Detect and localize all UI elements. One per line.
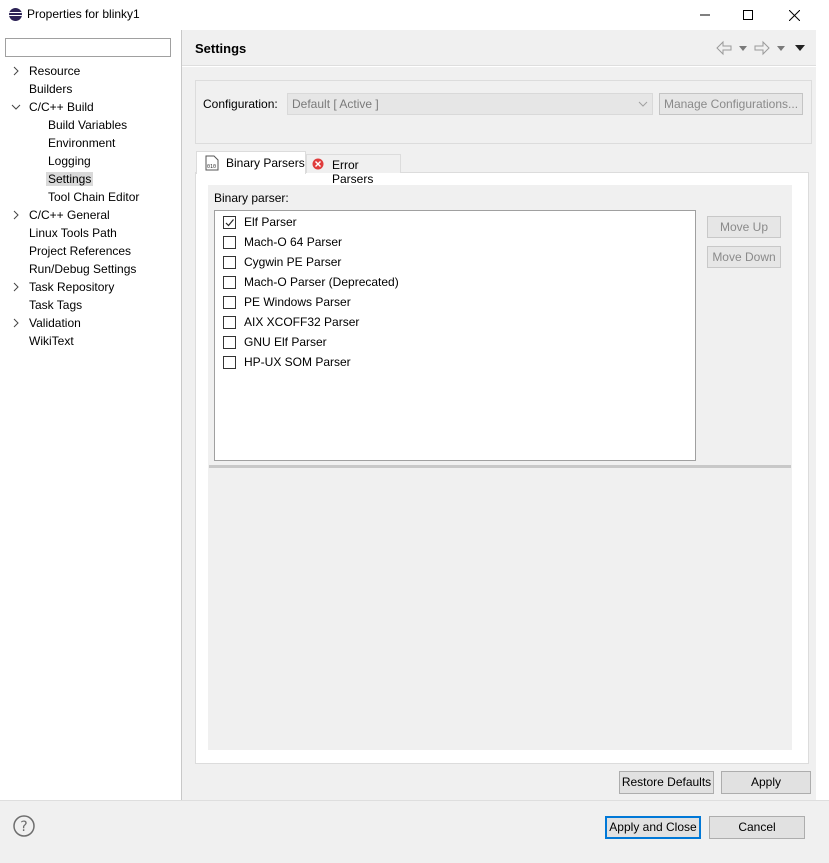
close-button[interactable] <box>771 0 817 30</box>
tree-item[interactable]: Tool Chain Editor <box>48 188 139 206</box>
tree-item-label: Run/Debug Settings <box>29 262 137 276</box>
error-icon <box>312 158 324 170</box>
tree-item-label: Project References <box>29 244 132 258</box>
parser-checkbox[interactable] <box>223 356 236 369</box>
tree-item[interactable]: Task Tags <box>29 296 82 314</box>
tree-item-label: Build Variables <box>48 118 128 132</box>
binary-parser-list: Elf Parser Mach-O 64 Parser Cygwin PE Pars… <box>214 210 696 461</box>
tree-item[interactable]: Project References <box>29 242 131 260</box>
cancel-button[interactable]: Cancel <box>709 816 805 839</box>
configuration-label: Configuration: <box>203 97 278 111</box>
configuration-value: Default [ Active ] <box>292 97 379 111</box>
chevron-right-icon[interactable] <box>10 314 22 332</box>
move-up-button: Move Up <box>707 216 781 238</box>
tree-item-label: C/C++ Build <box>29 100 94 114</box>
parser-checkbox[interactable] <box>223 316 236 329</box>
forward-arrow-icon[interactable] <box>754 40 770 56</box>
tab-binary-parsers-label: Binary Parsers <box>226 156 305 170</box>
tree-item[interactable]: Run/Debug Settings <box>29 260 136 278</box>
tree-item[interactable]: Settings <box>46 170 94 188</box>
parser-label: HP-UX SOM Parser <box>244 355 351 369</box>
tree-item-label: Environment <box>48 136 116 150</box>
tree-item-label: WikiText <box>29 334 74 348</box>
filter-input[interactable] <box>5 38 171 57</box>
maximize-button[interactable] <box>725 0 771 30</box>
chevron-down-icon <box>638 101 648 107</box>
window-title: Properties for blinky1 <box>27 7 140 21</box>
tree-item-label: Validation <box>29 316 81 330</box>
manage-configurations-button: Manage Configurations... <box>659 93 803 115</box>
parser-label: PE Windows Parser <box>244 295 351 309</box>
tree-item[interactable]: Builders <box>29 80 72 98</box>
tree-item[interactable]: Environment <box>48 134 115 152</box>
svg-text:?: ? <box>20 819 27 835</box>
back-arrow-icon[interactable] <box>716 40 732 56</box>
checkmark-icon <box>225 219 234 227</box>
parser-label: Cygwin PE Parser <box>244 255 342 269</box>
parser-label: Mach-O 64 Parser <box>244 235 343 249</box>
tree-item[interactable]: WikiText <box>29 332 74 350</box>
tree-item-label: Task Tags <box>29 298 83 312</box>
parser-checkbox[interactable] <box>223 336 236 349</box>
tree-item-label: Settings <box>46 172 94 186</box>
tab-error-parsers[interactable]: Error Parsers <box>306 154 401 186</box>
minimize-button[interactable] <box>682 0 728 30</box>
tab-binary-parsers[interactable]: 010 Binary Parsers <box>196 151 306 174</box>
parser-checkbox[interactable] <box>223 276 236 289</box>
parser-checkbox[interactable] <box>223 256 236 269</box>
close-icon <box>788 9 800 21</box>
parser-label: AIX XCOFF32 Parser <box>244 315 360 329</box>
page-title: Settings <box>195 41 247 56</box>
tab-error-parsers-label: Error Parsers <box>332 158 374 186</box>
move-down-button: Move Down <box>707 246 781 268</box>
tree-item[interactable]: C/C++ General <box>13 206 110 224</box>
parser-label: GNU Elf Parser <box>244 335 327 349</box>
tree-item[interactable]: Linux Tools Path <box>29 224 117 242</box>
eclipse-icon <box>9 8 22 21</box>
navigation-panel: Resource Builders C/C++ Build Build Variabl… <box>0 30 181 800</box>
parser-checkbox[interactable] <box>223 236 236 249</box>
dialog-footer <box>0 800 829 863</box>
restore-defaults-button[interactable]: Restore Defaults <box>619 771 714 794</box>
chevron-right-icon[interactable] <box>10 206 22 224</box>
forward-dropdown-icon[interactable] <box>776 40 786 56</box>
tree-item[interactable]: Logging <box>48 152 91 170</box>
view-menu-icon[interactable] <box>794 40 806 56</box>
tree-item-label: C/C++ General <box>29 208 110 222</box>
tree-item-label: Tool Chain Editor <box>48 190 140 204</box>
parser-checkbox[interactable] <box>223 216 236 229</box>
parser-label: Elf Parser <box>244 215 297 229</box>
apply-and-close-button[interactable]: Apply and Close <box>605 816 701 839</box>
apply-button[interactable]: Apply <box>721 771 811 794</box>
tree-item[interactable]: Task Repository <box>13 278 115 296</box>
svg-text:010: 010 <box>207 164 216 170</box>
binary-parser-label: Binary parser: <box>214 191 289 205</box>
parser-checkbox[interactable] <box>223 296 236 309</box>
back-dropdown-icon[interactable] <box>738 40 748 56</box>
minimize-icon <box>700 14 710 16</box>
chevron-right-icon[interactable] <box>10 62 22 80</box>
tree-item[interactable]: C/C++ Build <box>11 98 94 116</box>
tree-item-label: Builders <box>29 82 73 96</box>
tree-item[interactable]: Build Variables <box>48 116 127 134</box>
maximize-icon <box>743 10 753 20</box>
chevron-right-icon[interactable] <box>10 278 22 296</box>
tree-item[interactable]: Validation <box>13 314 81 332</box>
help-icon[interactable]: ? <box>13 815 35 837</box>
tree-item-label: Resource <box>29 64 81 78</box>
parser-label: Mach-O Parser (Deprecated) <box>244 275 399 289</box>
configuration-select: Default [ Active ] <box>287 93 653 115</box>
binary-icon: 010 <box>205 155 219 171</box>
chevron-down-icon[interactable] <box>10 98 22 116</box>
tree-item-label: Logging <box>48 154 91 168</box>
separator <box>209 465 791 468</box>
tree-item-label: Task Repository <box>29 280 115 294</box>
tree-item-label: Linux Tools Path <box>29 226 117 240</box>
tree-item[interactable]: Resource <box>13 62 81 80</box>
window-edge <box>816 30 829 863</box>
